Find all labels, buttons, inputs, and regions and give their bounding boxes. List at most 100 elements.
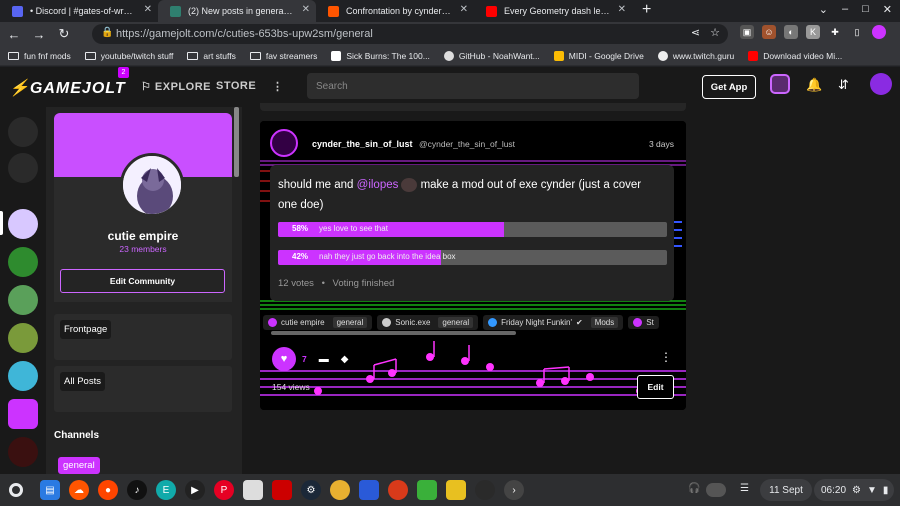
rail-home-icon[interactable] bbox=[8, 117, 38, 147]
post-author[interactable]: cynder_the_sin_of_lust bbox=[312, 139, 413, 149]
tote-icon[interactable]: ☰ bbox=[740, 483, 749, 494]
bookmark-folder[interactable]: youtube/twitch stuff bbox=[84, 51, 173, 61]
close-tab-icon[interactable]: ✕ bbox=[144, 4, 152, 15]
edu-app-icon[interactable]: E bbox=[156, 480, 176, 500]
share-icon[interactable]: ⋖ bbox=[691, 26, 700, 39]
bookmark-link[interactable]: Download video Mi... bbox=[748, 50, 842, 61]
bell-icon[interactable]: 🔔 bbox=[806, 77, 822, 93]
bookmark-link[interactable]: www.twitch.guru bbox=[657, 50, 734, 61]
rail-community-avatar[interactable] bbox=[8, 323, 38, 353]
bookmark-link[interactable]: GitHub - NoahWant... bbox=[443, 50, 540, 61]
rail-discover-icon[interactable] bbox=[8, 153, 38, 183]
game-app-icon[interactable] bbox=[475, 480, 495, 500]
bookmark-folder[interactable]: fav streamers bbox=[249, 51, 317, 61]
rail-community-avatar[interactable] bbox=[8, 285, 38, 315]
browser-tab[interactable]: Confrontation by cynder_m ✕ bbox=[316, 0, 474, 22]
close-tab-icon[interactable]: ✕ bbox=[618, 4, 626, 15]
headphones-icon[interactable]: 🎧 bbox=[688, 483, 700, 494]
game-app-icon[interactable] bbox=[417, 480, 437, 500]
bookmark-star-icon[interactable]: ☆ bbox=[710, 26, 720, 39]
mention-link[interactable]: @ilopes bbox=[357, 179, 399, 191]
files-icon[interactable]: ▤ bbox=[40, 480, 60, 500]
user-avatar[interactable] bbox=[870, 73, 892, 95]
reddit-icon[interactable]: ● bbox=[98, 480, 118, 500]
game-app-icon[interactable] bbox=[243, 480, 263, 500]
community-tag[interactable]: cutie empire general bbox=[263, 314, 373, 330]
back-icon[interactable]: ← bbox=[3, 27, 25, 42]
rail-community-avatar[interactable] bbox=[8, 399, 38, 429]
close-window-icon[interactable]: ✕ bbox=[883, 3, 892, 16]
launcher-icon[interactable] bbox=[9, 483, 23, 497]
date-display[interactable]: 11 Sept bbox=[760, 479, 812, 501]
profile-avatar[interactable] bbox=[872, 25, 886, 39]
game-app-icon[interactable] bbox=[388, 480, 408, 500]
store-link[interactable]: STORE bbox=[216, 80, 256, 92]
tags-scrollbar[interactable] bbox=[271, 331, 516, 335]
like-count[interactable]: 7 bbox=[302, 354, 307, 364]
like-button[interactable]: ♥ bbox=[272, 347, 296, 371]
bookmark-link[interactable]: Sick Burns: The 100... bbox=[331, 50, 430, 61]
rail-community-avatar[interactable] bbox=[8, 437, 38, 467]
rail-community-avatar[interactable] bbox=[8, 209, 38, 239]
maximize-icon[interactable]: □ bbox=[862, 3, 869, 16]
edit-community-button[interactable]: Edit Community bbox=[60, 269, 225, 293]
bookmark-link[interactable]: MIDI - Google Drive bbox=[553, 50, 644, 61]
more-menu-icon[interactable]: ⋮ bbox=[272, 80, 284, 93]
reload-icon[interactable]: ↻ bbox=[53, 26, 75, 42]
extension-icon[interactable]: K bbox=[806, 25, 820, 39]
browser-tab-active[interactable]: (2) New posts in general - cutie c ✕ bbox=[158, 0, 316, 22]
activity-icon[interactable]: ⇵ bbox=[838, 77, 849, 93]
phone-hub-icon[interactable] bbox=[706, 483, 726, 497]
explore-link[interactable]: ⚐ EXPLORE bbox=[141, 80, 211, 93]
comment-icon[interactable]: ▬ bbox=[319, 354, 329, 365]
minimize-icon[interactable]: – bbox=[842, 3, 848, 16]
rail-community-avatar[interactable] bbox=[8, 247, 38, 277]
address-bar[interactable]: 🔒 https://gamejolt.com/c/cuties-653bs-up… bbox=[92, 24, 728, 44]
soundcloud-icon[interactable]: ☁ bbox=[69, 480, 89, 500]
game-app-icon[interactable] bbox=[359, 480, 379, 500]
close-tab-icon[interactable]: ✕ bbox=[460, 4, 468, 15]
system-tray[interactable]: 06:20 ⚙ ▼ ▮ bbox=[814, 479, 894, 501]
play-store-icon[interactable]: ▶ bbox=[185, 480, 205, 500]
frontpage-link[interactable]: Frontpage bbox=[60, 320, 112, 339]
extension-icon[interactable]: ☺ bbox=[762, 25, 776, 39]
side-panel-icon[interactable]: ▯ bbox=[850, 25, 864, 39]
community-tag[interactable]: St bbox=[628, 315, 659, 329]
community-tag[interactable]: Friday Night Funkin' ✔ Mods bbox=[483, 314, 624, 330]
post-handle[interactable]: @cynder_the_sin_of_lust bbox=[419, 139, 515, 149]
community-members[interactable]: 23 members bbox=[54, 244, 232, 254]
new-tab-button[interactable]: + bbox=[632, 0, 661, 22]
rail-community-avatar[interactable] bbox=[8, 361, 38, 391]
sticker-icon[interactable]: ◆ bbox=[341, 354, 349, 365]
all-posts-link[interactable]: All Posts bbox=[60, 372, 105, 391]
sidebar-scrollbar[interactable] bbox=[234, 107, 239, 177]
creator-hub-icon[interactable] bbox=[770, 74, 790, 94]
channel-general[interactable]: general bbox=[58, 457, 100, 474]
get-app-button[interactable]: Get App bbox=[702, 75, 756, 99]
more-apps-icon[interactable]: › bbox=[504, 480, 524, 500]
tab-search-icon[interactable]: ⌄ bbox=[819, 3, 828, 16]
gamejolt-logo[interactable]: ⚡GAMEJOLT bbox=[9, 78, 126, 98]
extension-icon[interactable]: ◐ bbox=[784, 25, 798, 39]
forward-icon[interactable]: → bbox=[28, 27, 50, 42]
tiktok-icon[interactable]: ♪ bbox=[127, 480, 147, 500]
search-input[interactable]: Search bbox=[307, 73, 639, 99]
author-avatar[interactable] bbox=[270, 129, 298, 157]
game-app-icon[interactable] bbox=[446, 480, 466, 500]
edit-post-button[interactable]: Edit bbox=[637, 375, 674, 399]
pinterest-icon[interactable]: P bbox=[214, 480, 234, 500]
close-tab-icon[interactable]: ✕ bbox=[302, 4, 310, 15]
game-app-icon[interactable] bbox=[272, 480, 292, 500]
browser-tab[interactable]: • Discord | #gates-of-wrath | Retr ✕ bbox=[0, 0, 158, 22]
menu-icon[interactable]: ⋮ bbox=[894, 25, 900, 39]
puzzle-icon[interactable]: ✚ bbox=[828, 25, 842, 39]
bookmark-folder[interactable]: art stuffs bbox=[187, 51, 236, 61]
post-more-icon[interactable]: ⋮ bbox=[660, 350, 672, 364]
game-app-icon[interactable] bbox=[330, 480, 350, 500]
tag-channel: general bbox=[438, 316, 474, 328]
steam-icon[interactable]: ⚙ bbox=[301, 480, 321, 500]
browser-tab[interactable]: Every Geometry dash level! with ✕ bbox=[474, 0, 632, 22]
bookmark-folder[interactable]: fun fnf mods bbox=[8, 51, 71, 61]
extension-icon[interactable]: ▣ bbox=[740, 25, 754, 39]
community-tag[interactable]: Sonic.exe general bbox=[377, 314, 479, 330]
